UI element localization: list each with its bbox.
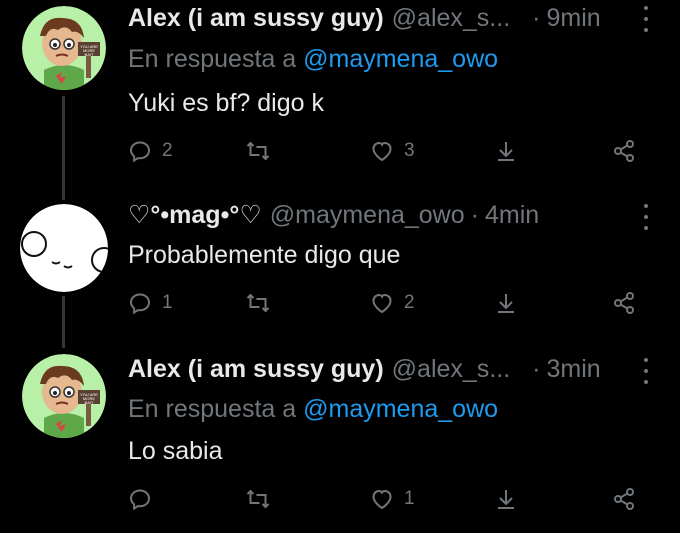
retweet-icon (246, 489, 270, 509)
tweet-text: Probablemente digo que (128, 241, 401, 269)
reply-count: 1 (162, 292, 173, 313)
download-icon (498, 294, 514, 313)
reply-icon (129, 141, 151, 163)
reply-button[interactable]: 2 (128, 136, 173, 166)
display-name[interactable]: ♡°•mag•°♡ (128, 200, 262, 230)
separator: · (532, 4, 541, 32)
timestamp[interactable]: 9min (546, 3, 600, 33)
tweet[interactable]: ♡°•mag•°♡ @maymena_owo · 4min Probableme… (0, 196, 680, 336)
like-button[interactable]: 1 (370, 484, 415, 514)
tweet-header: ♡°•mag•°♡ @maymena_owo · 4min (128, 200, 640, 230)
timestamp[interactable]: 3min (546, 354, 600, 384)
more-icon[interactable] (642, 6, 650, 32)
download-button[interactable] (494, 484, 518, 514)
avatar[interactable] (20, 204, 108, 292)
timestamp[interactable]: 4min (485, 200, 539, 230)
action-bar: 1 (128, 484, 648, 514)
download-icon (498, 142, 514, 161)
handle[interactable]: @alex_s... (392, 3, 510, 33)
tweet[interactable]: YOU ARE MORE BAIT Alex (i am sussy guy) … (0, 0, 680, 180)
tweet-text: Yuki es bf? digo k (128, 89, 324, 117)
retweet-icon (246, 293, 270, 313)
like-icon (372, 293, 392, 314)
display-name[interactable]: Alex (i am sussy guy) (128, 3, 384, 33)
replying-prefix: En respuesta a (128, 45, 297, 73)
replying-to: En respuesta a @maymena_owo (128, 394, 498, 424)
retweet-icon (246, 141, 270, 161)
handle[interactable]: @maymena_owo (270, 200, 465, 230)
retweet-button[interactable] (246, 136, 280, 166)
like-icon (372, 489, 392, 510)
tweet-text: Lo sabia (128, 437, 223, 465)
like-count: 2 (404, 292, 415, 313)
reply-icon (129, 489, 151, 511)
handle[interactable]: @alex_s... (392, 354, 510, 384)
separator: · (532, 355, 541, 383)
replying-to: En respuesta a @maymena_owo (128, 44, 498, 74)
reply-count: 2 (162, 140, 173, 161)
tweet-header: Alex (i am sussy guy) @alex_s... · 3min (128, 354, 640, 384)
like-count: 3 (404, 140, 415, 161)
svg-text:BAIT: BAIT (85, 400, 94, 405)
like-button[interactable]: 3 (370, 136, 415, 166)
like-count: 1 (404, 488, 415, 509)
retweet-button[interactable] (246, 288, 280, 318)
display-name[interactable]: Alex (i am sussy guy) (128, 354, 384, 384)
action-bar: 2 3 (128, 136, 648, 166)
separator: · (470, 201, 479, 229)
mention-link[interactable]: @maymena_owo (303, 45, 498, 73)
like-icon (372, 141, 392, 162)
share-button[interactable] (612, 484, 636, 514)
like-button[interactable]: 2 (370, 288, 415, 318)
share-button[interactable] (612, 136, 636, 166)
reply-button[interactable]: 1 (128, 288, 173, 318)
share-icon (614, 140, 634, 162)
more-icon[interactable] (642, 358, 650, 384)
share-button[interactable] (612, 288, 636, 318)
share-icon (614, 292, 634, 314)
svg-text:BAIT: BAIT (85, 52, 94, 57)
avatar[interactable]: YOU ARE MORE BAIT (22, 6, 106, 90)
retweet-button[interactable] (246, 484, 280, 514)
mention-link[interactable]: @maymena_owo (303, 395, 498, 423)
download-icon (498, 490, 514, 509)
action-bar: 1 2 (128, 288, 648, 318)
more-icon[interactable] (642, 204, 650, 230)
reply-icon (129, 293, 151, 315)
tweet[interactable]: YOU ARE MORE BAIT Alex (i am sussy guy) … (0, 350, 680, 533)
tweet-header: Alex (i am sussy guy) @alex_s... · 9min (128, 3, 640, 33)
reply-button[interactable] (128, 484, 162, 514)
replying-prefix: En respuesta a (128, 395, 297, 423)
avatar[interactable]: YOU ARE MORE BAIT (22, 354, 106, 438)
download-button[interactable] (494, 288, 518, 318)
share-icon (614, 488, 634, 510)
download-button[interactable] (494, 136, 518, 166)
